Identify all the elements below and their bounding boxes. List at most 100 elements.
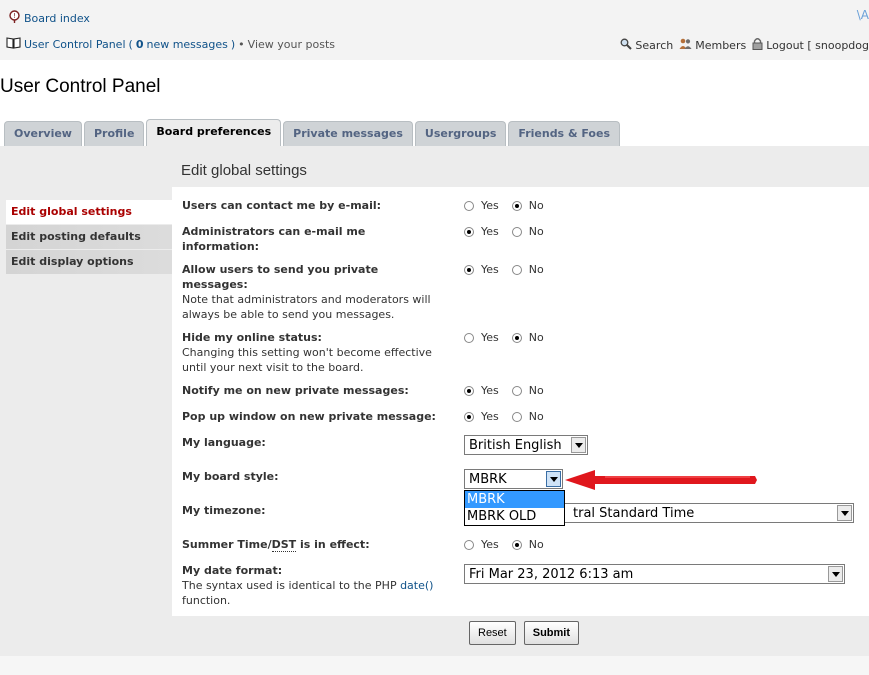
email-contact-radios: Yes No xyxy=(464,199,557,212)
date-format-value: Fri Mar 23, 2012 6:13 am xyxy=(469,567,634,582)
admin-email-label: Administrators can e-mail me information… xyxy=(182,225,366,253)
board-style-dropdown-list: MBRK MBRK OLD xyxy=(464,490,565,526)
notify-pm-label: Notify me on new private messages: xyxy=(182,384,409,397)
language-value: British English xyxy=(469,438,562,453)
language-label: My language: xyxy=(182,436,266,449)
no-label: No xyxy=(528,384,544,397)
no-label: No xyxy=(528,263,544,276)
tab-board-preferences[interactable]: Board preferences xyxy=(146,119,282,146)
members-label: Members xyxy=(695,38,747,52)
members-link[interactable]: Members xyxy=(679,38,746,53)
no-label: No xyxy=(528,199,544,212)
search-link[interactable]: Search xyxy=(620,38,673,53)
new-message-count[interactable]: 0 xyxy=(136,38,144,51)
tab-profile[interactable]: Profile xyxy=(83,121,145,146)
paren-open: ( xyxy=(128,38,133,51)
tab-friends-foes[interactable]: Friends & Foes xyxy=(508,121,620,146)
hide-online-yes-radio[interactable] xyxy=(464,332,474,343)
yes-label: Yes xyxy=(481,199,499,212)
chevron-down-icon[interactable] xyxy=(828,566,843,582)
yes-label: Yes xyxy=(481,410,499,423)
popup-pm-label: Pop up window on new private message: xyxy=(182,410,436,423)
php-date-link[interactable]: date() xyxy=(400,579,433,592)
email-contact-no-radio[interactable] xyxy=(511,200,522,211)
header-links: Search Members Logout [ snoopdog xyxy=(620,37,869,53)
tab-private-messages[interactable]: Private messages xyxy=(283,121,413,146)
dst-yes-radio[interactable] xyxy=(464,539,474,550)
dst-abbr: DST xyxy=(271,538,297,552)
search-icon xyxy=(620,38,633,53)
email-contact-label: Users can contact me by e-mail: xyxy=(182,199,382,212)
search-label: Search xyxy=(635,38,674,52)
chevron-down-icon[interactable] xyxy=(546,471,561,487)
allow-pm-yes-radio[interactable] xyxy=(464,264,474,275)
dst-label: Summer Time/DST is in effect: xyxy=(182,538,370,552)
date-format-label: My date format: The syntax used is identi… xyxy=(182,564,434,607)
admin-email-no-radio[interactable] xyxy=(511,226,522,237)
logout-label: Logout [ snoopdog xyxy=(766,38,869,52)
chevron-down-icon[interactable] xyxy=(837,505,852,521)
paren-close: ) xyxy=(230,38,236,51)
yes-label: Yes xyxy=(481,225,499,238)
sidebar-item-global-settings[interactable]: Edit global settings xyxy=(6,200,172,224)
board-style-label: My board style: xyxy=(182,470,279,483)
hide-online-radios: Yes No xyxy=(464,331,557,344)
lock-icon xyxy=(752,37,763,53)
ucp-link[interactable]: User Control Panel xyxy=(24,38,126,51)
hide-online-label: Hide my online status: Changing this sett… xyxy=(182,331,432,374)
tab-usergroups[interactable]: Usergroups xyxy=(414,121,507,146)
new-messages-link[interactable]: new messages xyxy=(146,38,227,51)
email-contact-yes-radio[interactable] xyxy=(464,200,474,211)
allow-pm-explain: Note that administrators and moderators … xyxy=(182,293,431,321)
page-title: User Control Panel xyxy=(0,76,161,97)
notify-pm-radios: Yes No xyxy=(464,384,557,397)
chevron-down-icon[interactable] xyxy=(571,437,586,453)
board-style-option-mbrk-old[interactable]: MBRK OLD xyxy=(465,508,564,525)
breadcrumb: ! Board index xyxy=(8,10,90,26)
hide-online-explain: Changing this setting won't become effec… xyxy=(182,346,432,374)
dst-radios: Yes No xyxy=(464,538,557,551)
board-style-option-mbrk[interactable]: MBRK xyxy=(465,491,564,508)
logout-link[interactable]: Logout [ snoopdog xyxy=(752,37,869,53)
settings-form: Users can contact me by e-mail: Yes No A… xyxy=(172,187,869,616)
yes-label: Yes xyxy=(481,538,499,551)
content-panel: Edit global settings Edit posting defaul… xyxy=(0,146,869,656)
section-title: Edit global settings xyxy=(181,162,307,179)
admin-email-yes-radio[interactable] xyxy=(464,226,474,237)
sidebar-item-display-options[interactable]: Edit display options xyxy=(6,250,172,274)
svg-text:!: ! xyxy=(13,12,16,20)
board-index-link[interactable]: Board index xyxy=(24,12,90,25)
notify-pm-no-radio[interactable] xyxy=(511,385,522,396)
view-posts-link[interactable]: View your posts xyxy=(248,38,335,51)
hide-online-no-radio[interactable] xyxy=(511,332,522,343)
popup-pm-no-radio[interactable] xyxy=(511,411,522,422)
sidebar: Edit global settings Edit posting defaul… xyxy=(6,200,172,275)
tab-overview[interactable]: Overview xyxy=(4,121,82,146)
sidebar-item-posting-defaults[interactable]: Edit posting defaults xyxy=(6,225,172,249)
no-label: No xyxy=(528,538,544,551)
timezone-value: tral Standard Time xyxy=(573,506,695,521)
ucp-tabs: Overview Profile Board preferences Priva… xyxy=(4,119,620,146)
footer-strip xyxy=(0,656,869,675)
dst-no-radio[interactable] xyxy=(511,539,522,550)
language-select[interactable]: British English xyxy=(464,435,588,455)
notify-pm-yes-radio[interactable] xyxy=(464,385,474,396)
no-label: No xyxy=(528,410,544,423)
nav-bullet: • xyxy=(238,38,245,51)
no-label: No xyxy=(528,331,544,344)
members-icon xyxy=(679,38,692,53)
no-label: No xyxy=(528,225,544,238)
yes-label: Yes xyxy=(481,384,499,397)
book-icon xyxy=(6,37,21,52)
submit-button[interactable]: Submit xyxy=(523,621,580,645)
board-style-select[interactable]: MBRK xyxy=(464,469,563,489)
yes-label: Yes xyxy=(481,331,499,344)
header-bar: ! Board index \A User Control Panel (0 ne… xyxy=(0,0,869,60)
allow-pm-no-radio[interactable] xyxy=(511,264,522,275)
admin-email-radios: Yes No xyxy=(464,225,557,238)
date-format-select[interactable]: Fri Mar 23, 2012 6:13 am xyxy=(464,564,845,584)
popup-pm-yes-radio[interactable] xyxy=(464,411,474,422)
reset-button[interactable]: Reset xyxy=(469,621,516,645)
yes-label: Yes xyxy=(481,263,499,276)
popup-pm-radios: Yes No xyxy=(464,410,557,423)
